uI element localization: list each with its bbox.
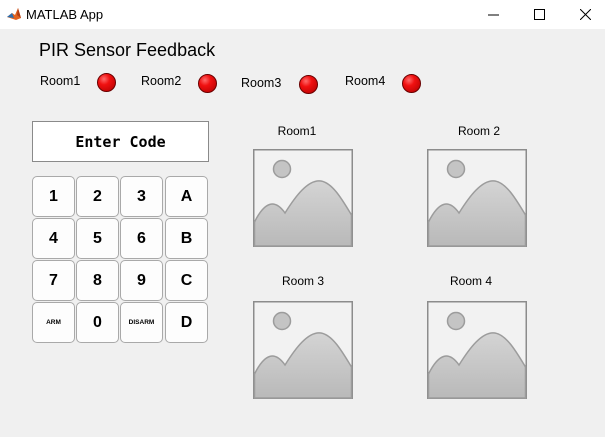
camera-image-room2 xyxy=(427,149,527,247)
camera-label-room3: Room 3 xyxy=(281,274,325,288)
key-5-button[interactable]: 5 xyxy=(76,218,119,259)
title-bar: MATLAB App xyxy=(0,0,605,29)
sensor-lamp-room1 xyxy=(97,73,116,92)
key-d-button[interactable]: D xyxy=(165,302,208,343)
page-title: PIR Sensor Feedback xyxy=(39,40,216,60)
disarm-button[interactable]: DISARM xyxy=(120,302,163,343)
camera-image-room3 xyxy=(253,301,353,399)
camera-image-room4 xyxy=(427,301,527,399)
key-7-button[interactable]: 7 xyxy=(32,260,75,301)
sensor-lamp-room4 xyxy=(402,74,421,93)
camera-image-room1 xyxy=(253,149,353,247)
close-icon xyxy=(579,9,591,20)
camera-label-room2: Room 2 xyxy=(457,124,501,138)
key-c-button[interactable]: C xyxy=(165,260,208,301)
arm-button[interactable]: ARM xyxy=(32,302,75,343)
window-title: MATLAB App xyxy=(26,7,104,22)
keypad: 1 2 3 A 4 5 6 B 7 8 9 C ARM 0 DISARM D xyxy=(32,176,210,345)
matlab-logo-icon xyxy=(6,6,22,22)
key-b-button[interactable]: B xyxy=(165,218,208,259)
sensor-label-room1: Room1 xyxy=(40,74,81,88)
camera-label-room4: Room 4 xyxy=(449,274,493,288)
key-4-button[interactable]: 4 xyxy=(32,218,75,259)
sensor-lamp-room2 xyxy=(198,74,217,93)
sensor-label-room4: Room4 xyxy=(345,74,386,88)
sensor-label-room3: Room3 xyxy=(241,76,282,90)
minimize-icon xyxy=(487,14,499,16)
maximize-icon xyxy=(533,9,545,20)
key-0-button[interactable]: 0 xyxy=(76,302,119,343)
code-display-field[interactable]: Enter Code xyxy=(32,121,209,162)
minimize-button[interactable] xyxy=(470,0,516,29)
key-3-button[interactable]: 3 xyxy=(120,176,163,217)
key-1-button[interactable]: 1 xyxy=(32,176,75,217)
camera-label-room1: Room1 xyxy=(277,124,317,138)
key-8-button[interactable]: 8 xyxy=(76,260,119,301)
key-6-button[interactable]: 6 xyxy=(120,218,163,259)
close-button[interactable] xyxy=(562,0,605,29)
sensor-label-room2: Room2 xyxy=(141,74,182,88)
maximize-button[interactable] xyxy=(516,0,562,29)
key-2-button[interactable]: 2 xyxy=(76,176,119,217)
sensor-lamp-room3 xyxy=(299,75,318,94)
key-a-button[interactable]: A xyxy=(165,176,208,217)
key-9-button[interactable]: 9 xyxy=(120,260,163,301)
